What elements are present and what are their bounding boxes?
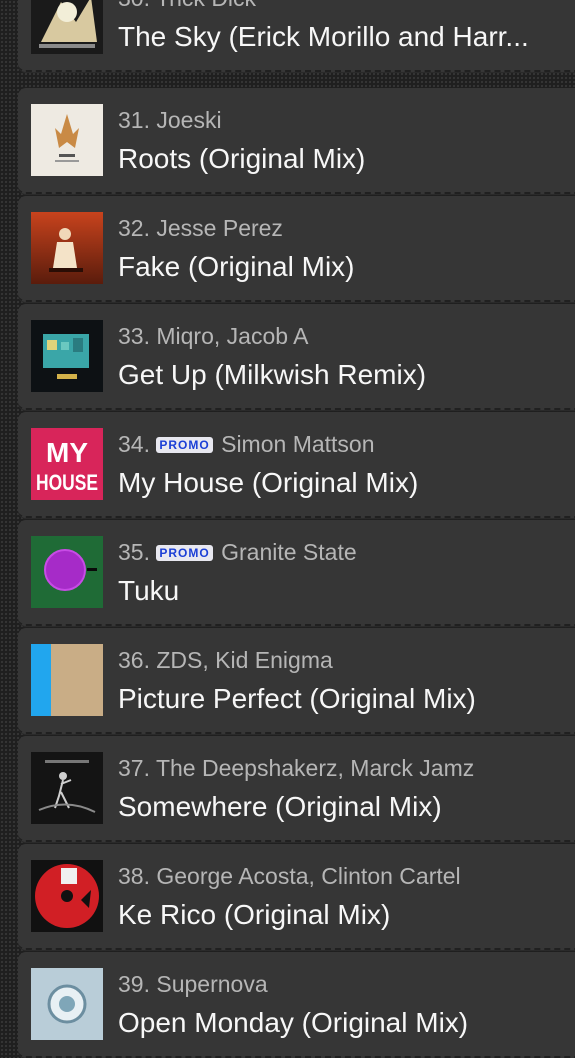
track-artist: The Deepshakerz, Marck Jamz — [155, 755, 475, 781]
track-row[interactable]: MY HOUSE 34. PROMO Simon Mattson My Hous… — [18, 412, 575, 518]
track-title: Somewhere (Original Mix) — [118, 791, 442, 822]
track-row[interactable]: 35. PROMO Granite State Tuku — [18, 520, 575, 626]
track-meta: 35. PROMO Granite State — [118, 538, 575, 566]
track-row[interactable]: 31. Joeski Roots (Original Mix) — [18, 88, 575, 194]
track-artist: Miqro, Jacob A — [156, 323, 309, 349]
track-meta: 33. Miqro, Jacob A — [118, 322, 575, 350]
track-meta: 31. Joeski — [118, 106, 575, 134]
art-text-bottom: HOUSE — [36, 470, 98, 495]
track-list: 30. Trick Dick The Sky (Erick Morillo an… — [0, 0, 575, 1058]
track-meta: 36. ZDS, Kid Enigma — [118, 646, 575, 674]
track-rank: 36. — [118, 647, 150, 673]
track-meta: 34. PROMO Simon Mattson — [118, 430, 575, 458]
roots-art-icon — [31, 104, 103, 176]
track-artist: Supernova — [156, 971, 268, 997]
track-rank: 33. — [118, 323, 150, 349]
track-title: Open Monday (Original Mix) — [118, 1007, 469, 1038]
track-rank: 37. — [118, 755, 150, 781]
track-title: Picture Perfect (Original Mix) — [118, 683, 476, 714]
track-rank: 30. — [118, 0, 150, 11]
track-row[interactable]: 36. ZDS, Kid Enigma Picture Perfect (Ori… — [18, 628, 575, 734]
track-rank: 32. — [118, 215, 150, 241]
track-title: My House (Original Mix) — [118, 467, 419, 498]
sky-art-icon — [31, 0, 103, 54]
track-row[interactable]: 32. Jesse Perez Fake (Original Mix) — [18, 196, 575, 302]
track-rank: 38. — [118, 863, 150, 889]
somewhere-art-icon — [31, 752, 103, 824]
track-artist: ZDS, Kid Enigma — [156, 647, 333, 673]
track-meta: 38. George Acosta, Clinton Cartel — [118, 862, 575, 890]
track-row[interactable]: 39. Supernova Open Monday (Original Mix) — [18, 952, 575, 1058]
track-artist: Joeski — [156, 107, 222, 133]
track-title: Tuku — [118, 575, 180, 606]
track-row[interactable]: 37. The Deepshakerz, Marck Jamz Somewher… — [18, 736, 575, 842]
track-row[interactable]: 30. Trick Dick The Sky (Erick Morillo an… — [18, 0, 575, 72]
track-meta: 37. The Deepshakerz, Marck Jamz — [118, 754, 575, 782]
promo-badge: PROMO — [156, 437, 213, 453]
fake-art-icon — [31, 212, 103, 284]
track-title: Fake (Original Mix) — [118, 251, 355, 282]
track-rank: 34. — [118, 431, 150, 457]
track-title: The Sky (Erick Morillo and Harr... — [118, 21, 529, 52]
track-artist: Trick Dick — [156, 0, 256, 11]
track-meta: 30. Trick Dick — [118, 0, 575, 12]
tuku-art-icon — [31, 536, 103, 608]
open-monday-art-icon — [31, 968, 103, 1040]
track-rank: 39. — [118, 971, 150, 997]
track-artist: Jesse Perez — [156, 215, 283, 241]
track-title: Roots (Original Mix) — [118, 143, 366, 174]
track-rank: 35. — [118, 539, 150, 565]
track-meta: 32. Jesse Perez — [118, 214, 575, 242]
my-house-art-icon: MY HOUSE — [31, 428, 103, 500]
picture-perfect-art-icon — [31, 644, 103, 716]
track-row[interactable]: 33. Miqro, Jacob A Get Up (Milkwish Remi… — [18, 304, 575, 410]
track-rank: 31. — [118, 107, 150, 133]
track-title: Get Up (Milkwish Remix) — [118, 359, 427, 390]
ke-rico-art-icon — [31, 860, 103, 932]
track-title: Ke Rico (Original Mix) — [118, 899, 391, 930]
art-text-top: MY — [46, 437, 88, 468]
promo-badge: PROMO — [156, 545, 213, 561]
get-up-art-icon — [31, 320, 103, 392]
track-artist: Granite State — [221, 539, 357, 565]
track-artist: George Acosta, Clinton Cartel — [156, 863, 461, 889]
track-artist: Simon Mattson — [221, 431, 375, 457]
track-row[interactable]: 38. George Acosta, Clinton Cartel Ke Ric… — [18, 844, 575, 950]
track-meta: 39. Supernova — [118, 970, 575, 998]
